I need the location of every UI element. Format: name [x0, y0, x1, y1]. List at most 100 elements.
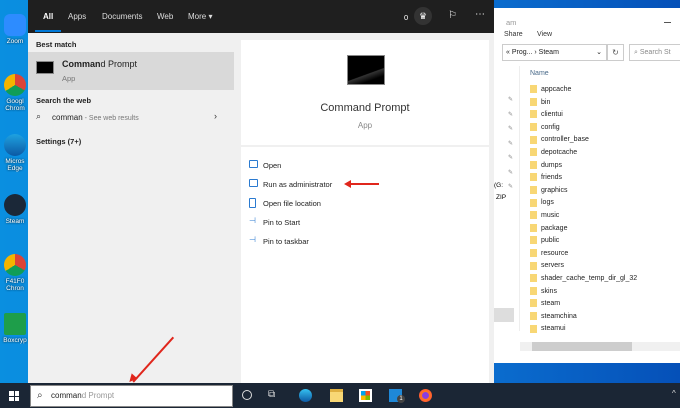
- folder-location-icon: [249, 198, 256, 208]
- folder-item[interactable]: depotcache: [530, 148, 577, 158]
- shield-window-icon: [249, 179, 258, 187]
- caret-down-icon: ▾: [208, 12, 213, 21]
- desktop-icon-zoom[interactable]: Zoom: [0, 14, 30, 45]
- folder-item[interactable]: steamui: [530, 324, 566, 334]
- search-web-heading: Search the web: [36, 96, 92, 105]
- results-pane: Best match Command Prompt App Search the…: [28, 33, 234, 383]
- folder-item[interactable]: bin: [530, 97, 550, 108]
- feedback-icon[interactable]: ⚐: [448, 10, 457, 21]
- action-open-file-location[interactable]: Open file location: [241, 195, 489, 211]
- tab-web[interactable]: Web: [157, 12, 173, 21]
- folder-item[interactable]: appcache: [530, 85, 571, 95]
- folder-item[interactable]: music: [530, 211, 559, 221]
- settings-results[interactable]: Settings (7+): [36, 137, 81, 146]
- pin-icon: ✎: [508, 126, 514, 132]
- cortana-icon[interactable]: [242, 390, 252, 400]
- folder-icon: [530, 173, 537, 182]
- pin-icon: ⊣: [249, 235, 256, 244]
- firefox-icon[interactable]: [419, 389, 432, 402]
- start-search-panel: All Apps Documents Web More ▾ 0 ♛ ⚐ ⋯ Be…: [28, 0, 494, 383]
- preview-subtitle: App: [357, 121, 373, 130]
- tab-all[interactable]: All: [34, 12, 62, 32]
- pin-icon: ✎: [508, 140, 514, 147]
- search-box[interactable]: ⌕ Search St: [629, 44, 680, 61]
- folder-icon: [530, 122, 537, 131]
- chevron-down-icon[interactable]: ⌄: [596, 45, 602, 60]
- search-icon: ⌕: [36, 111, 42, 121]
- more-options-icon[interactable]: ⋯: [475, 9, 485, 20]
- folder-item[interactable]: graphics: [530, 185, 567, 196]
- horizontal-scrollbar[interactable]: [520, 342, 680, 351]
- folder-item[interactable]: shader_cache_temp_dir_gl_32: [530, 274, 637, 284]
- nav-item-zip[interactable]: ZIP: [496, 194, 506, 201]
- folder-item[interactable]: package: [530, 223, 567, 234]
- action-open[interactable]: Open: [241, 157, 489, 173]
- tab-documents[interactable]: Documents: [102, 12, 142, 21]
- task-view-icon[interactable]: ⧉: [268, 389, 281, 402]
- desktop-icon-chrome[interactable]: Googl Chrom: [0, 74, 30, 112]
- folder-icon: [530, 85, 537, 94]
- folder-icon: [530, 198, 537, 207]
- folder-item[interactable]: logs: [530, 198, 554, 208]
- folder-item[interactable]: steam: [530, 299, 560, 309]
- folder-icon: [530, 324, 537, 333]
- taskbar-search-input[interactable]: ⌕ command Prompt: [30, 385, 233, 407]
- pin-icon: ✎: [508, 184, 514, 190]
- desktop-icon-boxcryptor[interactable]: Boxcryp: [0, 313, 30, 344]
- window-title: am: [506, 18, 517, 27]
- file-explorer-icon[interactable]: [330, 389, 343, 402]
- folder-item[interactable]: skins: [530, 286, 557, 297]
- folder-icon: [530, 160, 537, 169]
- search-filter-bar: All Apps Documents Web More ▾ 0 ♛ ⚐ ⋯: [28, 0, 494, 33]
- refresh-button[interactable]: ↻: [607, 44, 624, 61]
- minimize-button[interactable]: [664, 22, 671, 23]
- folder-item[interactable]: servers: [530, 261, 564, 271]
- folder-icon: [530, 274, 537, 283]
- tab-more[interactable]: More ▾: [188, 12, 212, 21]
- address-bar[interactable]: « Prog... › Steam ⌄: [502, 44, 607, 61]
- folder-icon: [530, 311, 537, 320]
- ribbon-tab-view[interactable]: View: [537, 31, 552, 38]
- folder-item[interactable]: controller_base: [530, 135, 589, 145]
- folder-icon: [530, 248, 537, 257]
- nav-item-selected[interactable]: [494, 308, 514, 322]
- desktop-icon-steam[interactable]: Steam: [0, 194, 30, 225]
- mail-icon[interactable]: 1: [389, 389, 405, 403]
- preview-pane: Command Prompt App Open Run as administr…: [234, 33, 494, 383]
- edge-icon[interactable]: [299, 389, 312, 402]
- desktop-icon-chrome-profile[interactable]: F41F0 Chron: [0, 254, 30, 292]
- tab-apps[interactable]: Apps: [68, 12, 86, 21]
- show-hidden-icons[interactable]: ^: [672, 389, 676, 398]
- ribbon-tab-share[interactable]: Share: [504, 31, 523, 38]
- folder-icon: [530, 299, 537, 308]
- app-preview-card: Command Prompt App: [241, 40, 489, 145]
- chevron-right-icon[interactable]: ›: [214, 111, 217, 121]
- folder-item[interactable]: clientui: [530, 110, 563, 120]
- file-explorer-window: am Share View « Prog... › Steam ⌄ ↻ ⌕ Sea…: [494, 8, 680, 363]
- pin-icon: ✎: [508, 169, 514, 176]
- column-header-name[interactable]: Name: [530, 70, 549, 77]
- folder-item[interactable]: public: [530, 236, 559, 246]
- microsoft-store-icon[interactable]: [359, 389, 372, 402]
- folder-item[interactable]: resource: [530, 248, 568, 259]
- windows-start-icon[interactable]: [9, 391, 19, 401]
- trophy-icon[interactable]: ♛: [414, 7, 432, 25]
- nav-item-drive[interactable]: (G:: [494, 182, 503, 189]
- rewards-points: 0: [404, 13, 409, 22]
- pin-icon: ✎: [508, 111, 514, 118]
- action-pin-to-start[interactable]: ⊣ Pin to Start: [241, 214, 489, 230]
- folder-item[interactable]: config: [530, 122, 560, 133]
- open-icon: [249, 160, 258, 168]
- folder-icon: [530, 261, 537, 270]
- desktop-icon-edge[interactable]: Micros Edge: [0, 134, 30, 172]
- folder-icon: [530, 97, 537, 106]
- folder-item[interactable]: friends: [530, 173, 562, 183]
- folder-icon: [530, 223, 537, 232]
- web-search-result[interactable]: ⌕ comman - See web results ›: [28, 109, 234, 127]
- folder-item[interactable]: steamchina: [530, 311, 577, 322]
- action-pin-to-taskbar[interactable]: ⊣ Pin to taskbar: [241, 233, 489, 249]
- pin-icon: ✎: [508, 97, 514, 103]
- folder-icon: [530, 211, 537, 220]
- best-match-result[interactable]: Command Prompt App: [28, 52, 234, 90]
- folder-item[interactable]: dumps: [530, 160, 562, 171]
